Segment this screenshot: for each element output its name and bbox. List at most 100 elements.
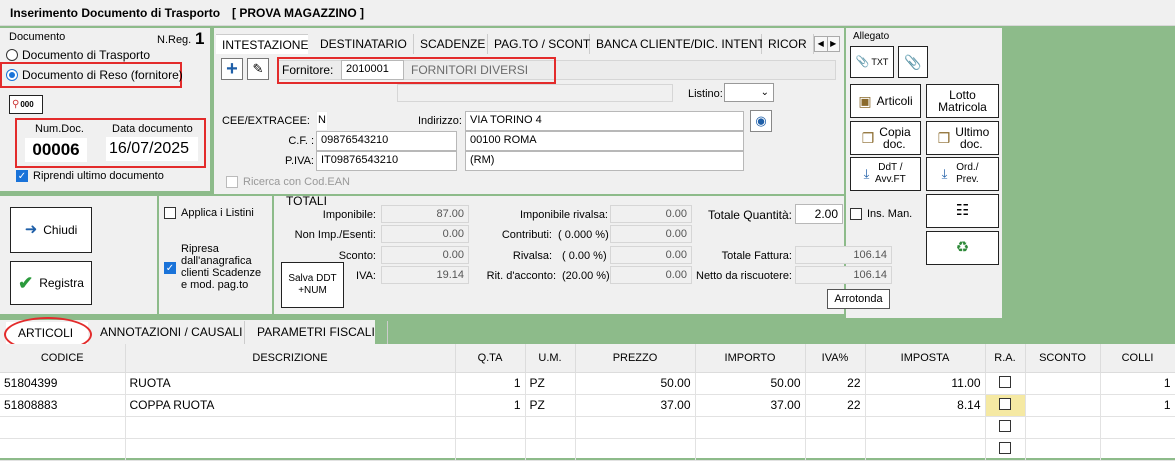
tree-icon: ☷ bbox=[955, 202, 970, 219]
recycle-button[interactable]: ♻ bbox=[926, 231, 999, 265]
cell-ra[interactable] bbox=[985, 372, 1026, 395]
fornitore-code-field[interactable]: 2010001 bbox=[341, 60, 404, 80]
chevron-right-icon[interactable]: ▶ bbox=[828, 37, 840, 51]
cell-ra[interactable] bbox=[985, 416, 1026, 439]
pencil-icon: ✎ bbox=[252, 61, 264, 76]
cell-importo[interactable]: 50.00 bbox=[695, 372, 806, 395]
attach-button[interactable]: 📎 bbox=[898, 46, 928, 78]
lotto-button[interactable]: Lotto Matricola bbox=[926, 84, 999, 118]
tab-parametri[interactable]: PARAMETRI FISCALI bbox=[244, 321, 388, 344]
num-doc-label: Num.Doc. bbox=[35, 123, 84, 135]
col-codice[interactable]: CODICE bbox=[0, 344, 126, 373]
cell-imposta[interactable]: 11.00 bbox=[865, 372, 986, 395]
col-prezzo[interactable]: PREZZO bbox=[575, 344, 696, 373]
cell-codice[interactable]: 51804399 bbox=[0, 372, 126, 395]
tab-ricor[interactable]: RICOR bbox=[762, 34, 814, 54]
chiudi-button[interactable]: ➜ Chiudi bbox=[10, 207, 92, 253]
col-qta[interactable]: Q.TA bbox=[455, 344, 526, 373]
radio-checked-icon bbox=[6, 69, 18, 81]
cell-iva[interactable]: 22 bbox=[805, 394, 866, 417]
col-um[interactable]: U.M. bbox=[525, 344, 576, 373]
cell-ra[interactable] bbox=[985, 438, 1026, 461]
numbering-button[interactable]: ⚲ 000 bbox=[9, 95, 43, 114]
checkbox-icon[interactable] bbox=[999, 375, 1011, 388]
salva-ddt-button[interactable]: Salva DDT +NUM bbox=[281, 262, 344, 308]
ripresa-label: Ripresa dall'anagrafica clienti Scadenze… bbox=[181, 243, 262, 291]
col-imposta[interactable]: IMPOSTA bbox=[865, 344, 986, 373]
copia-button[interactable]: ❐ Copia doc. bbox=[850, 121, 921, 155]
riprendi-checkbox[interactable]: ✓ Riprendi ultimo documento bbox=[16, 170, 164, 182]
data-doc-field[interactable]: 16/07/2025 bbox=[106, 137, 198, 161]
applica-listini-checkbox[interactable]: Applica i Listini bbox=[164, 207, 254, 219]
checkbox-icon[interactable] bbox=[999, 441, 1011, 454]
tab-pagto[interactable]: PAG.TO / SCONTI bbox=[488, 34, 594, 54]
indirizzo-field[interactable]: VIA TORINO 4 bbox=[465, 111, 744, 131]
option-trasporto[interactable]: Documento di Trasporto bbox=[6, 48, 150, 62]
cell-ra[interactable] bbox=[985, 394, 1026, 417]
sconto-field: 0.00 bbox=[381, 246, 469, 264]
table-row-empty[interactable] bbox=[0, 416, 1175, 439]
cell-colli[interactable]: 1 bbox=[1100, 394, 1175, 417]
ord-button[interactable]: ⤓ Ord./ Prev. bbox=[926, 157, 999, 191]
table-row[interactable]: 51804399 RUOTA 1 PZ 50.00 50.00 22 11.00… bbox=[0, 372, 1175, 395]
tab-scroller[interactable]: ◀ ▶ bbox=[814, 36, 840, 52]
cell-sconto[interactable] bbox=[1025, 372, 1101, 395]
prov-field[interactable]: (RM) bbox=[465, 151, 744, 171]
cell-qta[interactable]: 1 bbox=[455, 372, 526, 395]
option-reso[interactable]: Documento di Reso (fornitore) bbox=[6, 68, 183, 82]
tab-scadenze[interactable]: SCADENZE bbox=[414, 34, 488, 54]
col-iva[interactable]: IVA% bbox=[805, 344, 866, 373]
table-row-empty[interactable] bbox=[0, 438, 1175, 461]
listino-select[interactable]: ⌄ bbox=[724, 83, 774, 102]
tab-banca[interactable]: BANCA CLIENTE/DIC. INTENTO bbox=[590, 34, 774, 54]
cell-codice[interactable]: 51808883 bbox=[0, 394, 126, 417]
tab-annotazioni[interactable]: ANNOTAZIONI / CAUSALI bbox=[100, 325, 242, 339]
edit-button[interactable]: ✎ bbox=[247, 58, 269, 80]
cell-importo[interactable]: 37.00 bbox=[695, 394, 806, 417]
tree-button[interactable]: ☷ bbox=[926, 194, 999, 228]
arrotonda-button[interactable]: Arrotonda bbox=[827, 289, 890, 309]
cell-prezzo[interactable]: 50.00 bbox=[575, 372, 696, 395]
checkbox-icon[interactable] bbox=[999, 419, 1011, 432]
data-doc-label: Data documento bbox=[112, 123, 193, 135]
col-sconto[interactable]: SCONTO bbox=[1025, 344, 1101, 373]
cell-imposta[interactable]: 8.14 bbox=[865, 394, 986, 417]
netto-label: Netto da riscuotere: bbox=[696, 270, 792, 282]
ins-man-checkbox[interactable]: Ins. Man. bbox=[850, 208, 912, 220]
ultimo-button[interactable]: ❐ Ultimo doc. bbox=[926, 121, 999, 155]
ricerca-ean-checkbox[interactable]: Ricerca con Cod.EAN bbox=[226, 176, 350, 188]
cell-um[interactable]: PZ bbox=[525, 372, 576, 395]
cell-iva[interactable]: 22 bbox=[805, 372, 866, 395]
articoli-button[interactable]: ▣ Articoli bbox=[850, 84, 921, 118]
ddt-button[interactable]: ⤓ DdT / Avv.FT bbox=[850, 157, 921, 191]
cell-um[interactable]: PZ bbox=[525, 394, 576, 417]
cell-qta[interactable]: 1 bbox=[455, 394, 526, 417]
map-button[interactable]: ◉ bbox=[750, 110, 772, 132]
citta-field[interactable]: 00100 ROMA bbox=[465, 131, 744, 151]
chevron-left-icon[interactable]: ◀ bbox=[815, 37, 828, 51]
col-ra[interactable]: R.A. bbox=[985, 344, 1026, 373]
add-button[interactable]: + bbox=[221, 58, 243, 80]
registra-button[interactable]: ✔ Registra bbox=[10, 261, 92, 305]
col-importo[interactable]: IMPORTO bbox=[695, 344, 806, 373]
tab-intestazione[interactable]: INTESTAZIONE bbox=[216, 34, 316, 54]
tab-destinatario[interactable]: DESTINATARIO bbox=[308, 34, 414, 54]
num-doc-field[interactable]: 00006 bbox=[25, 138, 87, 162]
paperclip-icon: 📎 bbox=[855, 56, 870, 68]
tot-qta-field[interactable]: 2.00 bbox=[795, 204, 843, 224]
txt-button[interactable]: 📎 TXT bbox=[850, 46, 894, 78]
cell-colli[interactable]: 1 bbox=[1100, 372, 1175, 395]
col-colli[interactable]: COLLI bbox=[1100, 344, 1175, 373]
table-row[interactable]: 51808883 COPPA RUOTA 1 PZ 37.00 37.00 22… bbox=[0, 394, 1175, 417]
cell-descrizione[interactable]: RUOTA bbox=[125, 372, 456, 395]
cee-field[interactable]: N bbox=[316, 111, 328, 131]
col-descrizione[interactable]: DESCRIZIONE bbox=[125, 344, 456, 373]
checkbox-icon[interactable] bbox=[999, 397, 1011, 410]
ripresa-checkbox[interactable]: ✓ Ripresa dall'anagrafica clienti Scaden… bbox=[164, 243, 267, 292]
cell-descrizione[interactable]: COPPA RUOTA bbox=[125, 394, 456, 417]
cf-field[interactable]: 09876543210 bbox=[316, 131, 457, 151]
fornitore-label: Fornitore: bbox=[282, 63, 334, 77]
piva-field[interactable]: IT09876543210 bbox=[316, 151, 457, 171]
cell-prezzo[interactable]: 37.00 bbox=[575, 394, 696, 417]
cell-sconto[interactable] bbox=[1025, 394, 1101, 417]
